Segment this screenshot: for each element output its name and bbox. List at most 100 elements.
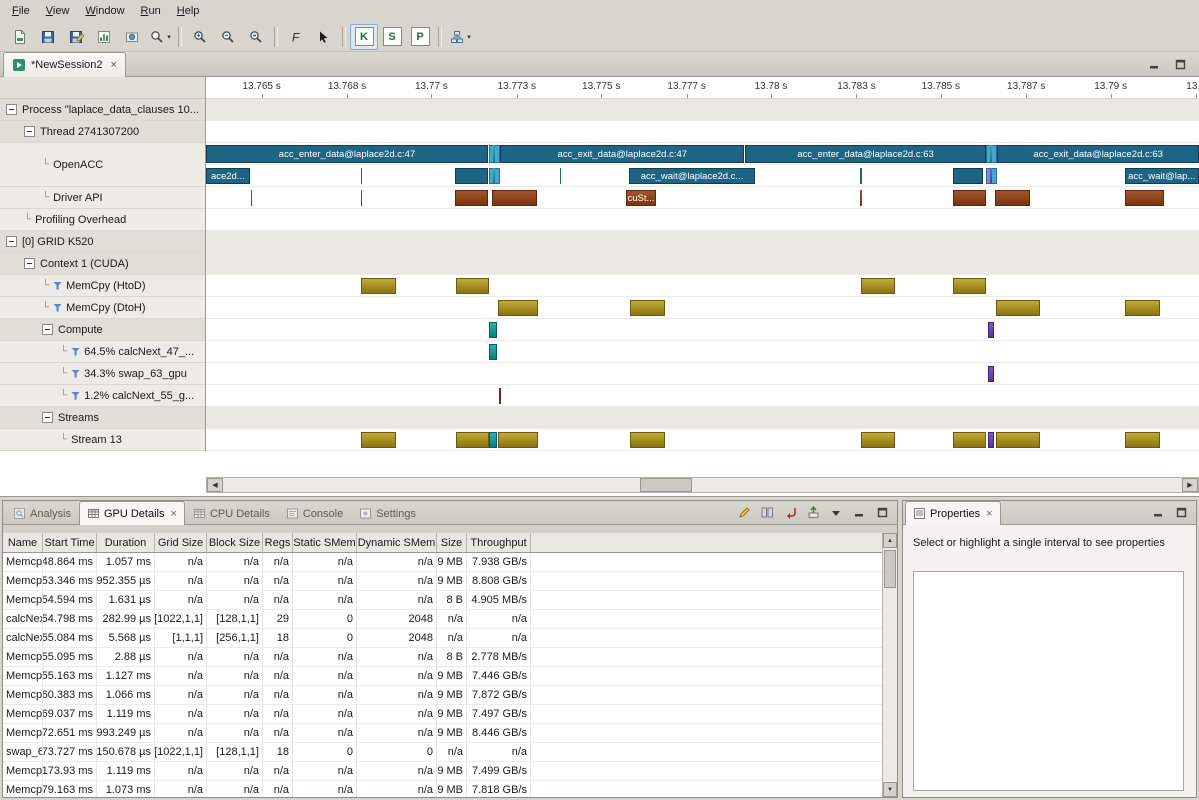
openacc-bar[interactable]: acc_exit_data@laplace2d.c:63 <box>997 145 1199 163</box>
collapse-toggle-icon[interactable] <box>24 126 35 137</box>
memcpy-bar[interactable] <box>996 300 1040 316</box>
kernel-toggle-button[interactable]: K <box>350 24 378 50</box>
driver-bar[interactable] <box>995 190 1030 206</box>
teal-bar[interactable] <box>489 322 497 338</box>
memcpy-bar[interactable] <box>361 432 396 448</box>
scrollbar-track[interactable] <box>223 478 1182 492</box>
openacc-bar[interactable] <box>953 168 983 184</box>
view-menu-icon[interactable] <box>827 505 845 521</box>
analysis-menu-button[interactable]: ▾ <box>446 24 474 50</box>
scrollbar-thumb[interactable] <box>884 550 896 588</box>
column-header-dynamic-smem[interactable]: Dynamic SMem <box>357 533 437 552</box>
tree-item-memcpy-htod[interactable]: └MemCpy (HtoD) <box>0 275 205 297</box>
close-tab-icon[interactable]: × <box>111 59 117 71</box>
openacc-bar[interactable]: acc_enter_data@laplace2d.c:47 <box>206 145 488 163</box>
column-header-start-time[interactable]: Start Time <box>43 533 97 552</box>
memcpy-bar[interactable] <box>953 432 987 448</box>
tree-item-openacc[interactable]: └OpenACC <box>0 143 205 187</box>
purple-bar[interactable] <box>988 322 994 338</box>
driver-bar[interactable] <box>860 190 861 206</box>
column-header-grid-size[interactable]: Grid Size <box>155 533 207 552</box>
menu-view[interactable]: View <box>38 2 78 20</box>
tree-item-1-2-calcnext-55-g[interactable]: └1.2% calcNext_55_g... <box>0 385 205 407</box>
details-tab-console[interactable]: Console <box>278 501 351 525</box>
tree-item-compute[interactable]: Compute <box>0 319 205 341</box>
collapse-toggle-icon[interactable] <box>42 412 53 423</box>
timeline-link-icon[interactable] <box>781 505 799 521</box>
close-tab-icon[interactable]: × <box>171 508 177 520</box>
collapse-toggle-icon[interactable] <box>42 324 53 335</box>
save-button[interactable] <box>34 24 62 50</box>
tree-item-streams[interactable]: Streams <box>0 407 205 429</box>
table-row[interactable]: Memcpy HtoD160.383 ms1.066 msn/an/an/an/… <box>3 686 882 705</box>
memcpy-bar[interactable] <box>498 300 538 316</box>
tree-item-34-3-swap-63-gpu[interactable]: └34.3% swap_63_gpu <box>0 363 205 385</box>
openacc-bar[interactable]: acc_wait@laplace2d.c... <box>629 168 755 184</box>
column-header-duration[interactable]: Duration <box>97 533 155 552</box>
column-header-size[interactable]: Size <box>437 533 467 552</box>
table-row[interactable]: calcNext_55_gpu155.084 ms5.568 µs[1,1,1]… <box>3 629 882 648</box>
openacc-bar[interactable] <box>361 168 362 184</box>
table-row[interactable]: Memcpy HtoD179.163 ms1.073 msn/an/an/an/… <box>3 781 882 797</box>
openacc-bar[interactable]: acc_enter_data@laplace2d.c:63 <box>745 145 986 163</box>
timeline-hscrollbar[interactable]: ◀ ▶ <box>206 477 1199 493</box>
table-row[interactable]: calcNext_47_gpu154.798 ms282.99 µs[1022,… <box>3 610 882 629</box>
new-session-button[interactable] <box>6 24 34 50</box>
maximize-icon[interactable] <box>873 505 891 521</box>
maximize-icon[interactable] <box>1172 505 1190 521</box>
column-header-block-size[interactable]: Block Size <box>207 533 263 552</box>
teal-bar[interactable] <box>489 344 497 360</box>
memcpy-bar[interactable] <box>1125 432 1161 448</box>
teal-bar[interactable] <box>493 145 495 163</box>
menu-help[interactable]: Help <box>169 2 208 20</box>
openacc-bar[interactable]: acc_exit_data@laplace2d.c:47 <box>500 145 744 163</box>
purple-bar[interactable] <box>988 366 994 382</box>
snapshot-button[interactable] <box>118 24 146 50</box>
details-tab-settings[interactable]: Settings <box>351 501 424 525</box>
tree-item-process-laplace-data-clauses-10[interactable]: Process "laplace_data_clauses 10... <box>0 99 205 121</box>
table-row[interactable]: Memcpy DtoH173.93 ms1.119 msn/an/an/an/a… <box>3 762 882 781</box>
memcpy-bar[interactable] <box>996 432 1040 448</box>
table-row[interactable]: Memcpy HtoD153.346 ms952.355 µsn/an/an/a… <box>3 572 882 591</box>
purple-bar[interactable] <box>988 432 994 448</box>
maximize-icon[interactable] <box>1171 56 1189 72</box>
search-button[interactable]: ▾ <box>146 24 174 50</box>
purple-bar[interactable] <box>990 168 992 184</box>
openacc-bar[interactable] <box>860 168 861 184</box>
teal-bar[interactable] <box>493 168 495 184</box>
column-header-throughput[interactable]: Throughput <box>467 533 531 552</box>
tree-item-stream-13[interactable]: └Stream 13 <box>0 429 205 451</box>
memcpy-bar[interactable] <box>456 432 489 448</box>
properties-tab-properties[interactable]: Properties× <box>905 501 1001 525</box>
edit-icon[interactable] <box>735 505 753 521</box>
teal-bar[interactable] <box>489 432 497 448</box>
menu-run[interactable]: Run <box>133 2 169 20</box>
summary-chart-button[interactable] <box>90 24 118 50</box>
tree-item-memcpy-dtoh[interactable]: └MemCpy (DtoH) <box>0 297 205 319</box>
openacc-bar[interactable] <box>560 168 561 184</box>
tree-item-context-1-cuda[interactable]: Context 1 (CUDA) <box>0 253 205 275</box>
openacc-bar[interactable]: ace2d... <box>206 168 250 184</box>
memcpy-bar[interactable] <box>630 432 665 448</box>
memcpy-bar[interactable] <box>1125 300 1161 316</box>
driver-bar[interactable] <box>455 190 488 206</box>
driver-bar[interactable] <box>251 190 252 206</box>
scroll-up-button[interactable]: ▲ <box>883 533 897 548</box>
zoom-in-button[interactable] <box>186 24 214 50</box>
scroll-down-button[interactable]: ▼ <box>883 782 897 797</box>
table-row[interactable]: Memcpy HtoD148.864 ms1.057 msn/an/an/an/… <box>3 553 882 572</box>
memcpy-bar[interactable] <box>861 432 895 448</box>
table-row[interactable]: Memcpy DtoH155.163 ms1.127 msn/an/an/an/… <box>3 667 882 686</box>
memcpy-bar[interactable] <box>456 278 489 294</box>
zoom-out-button[interactable] <box>214 24 242 50</box>
details-tab-cpu-details[interactable]: CPU Details <box>185 501 278 525</box>
scrollbar-thumb[interactable] <box>640 478 692 492</box>
scroll-right-button[interactable]: ▶ <box>1182 478 1198 492</box>
table-row[interactable]: Memcpy DtoH169.037 ms1.119 msn/an/an/an/… <box>3 705 882 724</box>
details-tab-analysis[interactable]: Analysis <box>5 501 79 525</box>
table-row[interactable]: Memcpy DtoH155.095 ms2.88 µsn/an/an/an/a… <box>3 648 882 667</box>
minimize-icon[interactable] <box>1145 56 1163 72</box>
zoom-fit-button[interactable] <box>242 24 270 50</box>
tree-item-profiling-overhead[interactable]: └Profiling Overhead <box>0 209 205 231</box>
details-tab-gpu-details[interactable]: GPU Details× <box>79 501 185 525</box>
